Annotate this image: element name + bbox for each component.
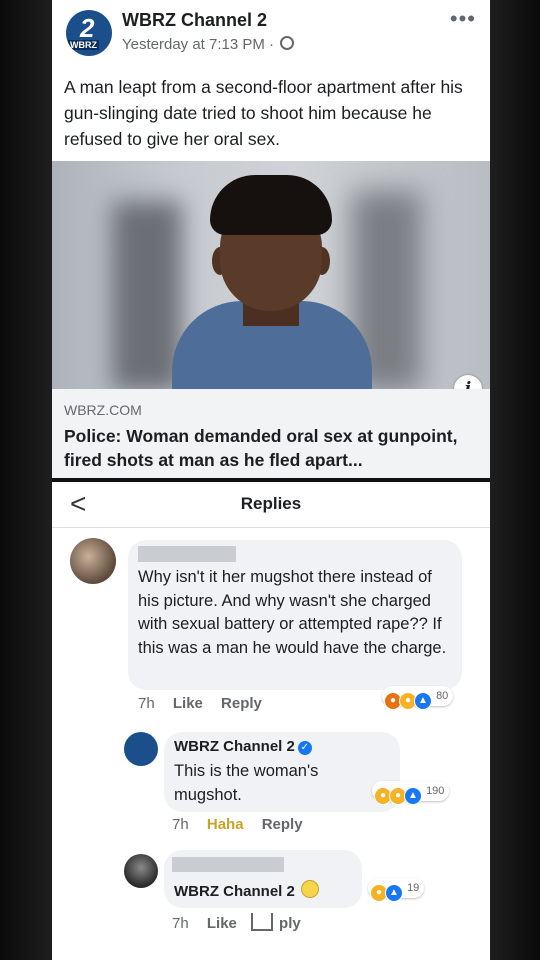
tagged-mention[interactable]: WBRZ Channel 2 [174,880,319,900]
reaction-summary[interactable]: ● ▲ 19 [368,878,425,902]
reaction-count: 190 [426,785,445,797]
image-hair [210,175,332,235]
image-shadow [112,201,182,389]
reaction-count: 19 [407,882,420,894]
timestamp-text: Yesterday at 7:13 PM · [122,36,275,53]
facebook-post: 2 WBRZ WBRZ Channel 2 Yesterday at 7:13 … [52,0,490,478]
divider [52,527,490,528]
reply-button[interactable]: Reply [221,695,262,712]
post-timestamp[interactable]: Yesterday at 7:13 PM · [122,36,295,53]
comment-bubble: WBRZ Channel 2 [164,850,362,908]
comment-text: Why isn't it her mugshot there instead o… [138,568,447,657]
reply-button[interactable]: ply [279,915,301,932]
like-reaction-icon: ▲ [404,787,422,805]
comment-bubble: Why isn't it her mugshot there instead o… [128,540,462,690]
commenter-avatar[interactable] [70,538,116,584]
link-domain: WBRZ.COM [64,402,142,418]
comment-age: 7h [172,816,189,833]
link-preview-image[interactable]: i [52,161,490,389]
replies-title: Replies [240,494,302,513]
post-text: A man leapt from a second-floor apartmen… [64,77,463,149]
laughing-emoji-icon [300,880,319,898]
avatar-logo-tag: WBRZ [68,40,99,50]
page-name[interactable]: WBRZ Channel 2 [122,10,267,31]
reply-button[interactable]: Reply [262,816,303,833]
info-icon[interactable]: i [454,375,482,389]
reaction-summary[interactable]: ● ● ▲ 80 [382,686,454,710]
globe-icon [280,36,295,50]
comment-text: This is the woman's mugshot. [174,762,319,804]
share-icon[interactable] [251,913,274,931]
left-dark-margin [0,0,52,960]
more-options-button[interactable]: ••• [450,6,476,32]
verified-badge-icon: ✓ [297,741,312,755]
comment-author-name: WBRZ Channel 2 [174,738,295,755]
redacted-name [138,546,236,562]
page-avatar-small[interactable] [124,732,158,766]
comment-age: 7h [138,695,155,712]
commenter-avatar[interactable] [124,854,158,888]
comment-actions: 7h Like ply [172,913,301,932]
page-avatar[interactable]: 2 WBRZ [66,10,112,56]
like-button[interactable]: Like [173,695,203,712]
comment-author[interactable]: WBRZ Channel 2 ✓ [174,738,312,755]
mention-name: WBRZ Channel 2 [174,883,295,900]
comment-bubble: WBRZ Channel 2 ✓ This is the woman's mugs… [164,732,400,812]
comment-actions: 7h Haha Reply [172,816,303,833]
comment-actions: 7h Like Reply [138,695,262,712]
reaction-count: 80 [436,690,449,702]
right-dark-margin [490,0,540,960]
like-reaction-icon: ▲ [414,692,432,710]
link-preview-box[interactable]: WBRZ.COM Police: Woman demanded oral sex… [52,389,490,478]
like-reaction-icon: ▲ [385,884,403,902]
haha-button[interactable]: Haha [207,816,244,833]
comment-age: 7h [172,915,189,932]
link-title: Police: Woman demanded oral sex at gunpo… [64,426,458,470]
reaction-summary[interactable]: ● ● ▲ 190 [372,781,450,805]
like-button[interactable]: Like [207,915,237,932]
replies-panel: < Replies Why isn't it her mugshot there… [52,482,490,960]
redacted-name [172,857,284,872]
